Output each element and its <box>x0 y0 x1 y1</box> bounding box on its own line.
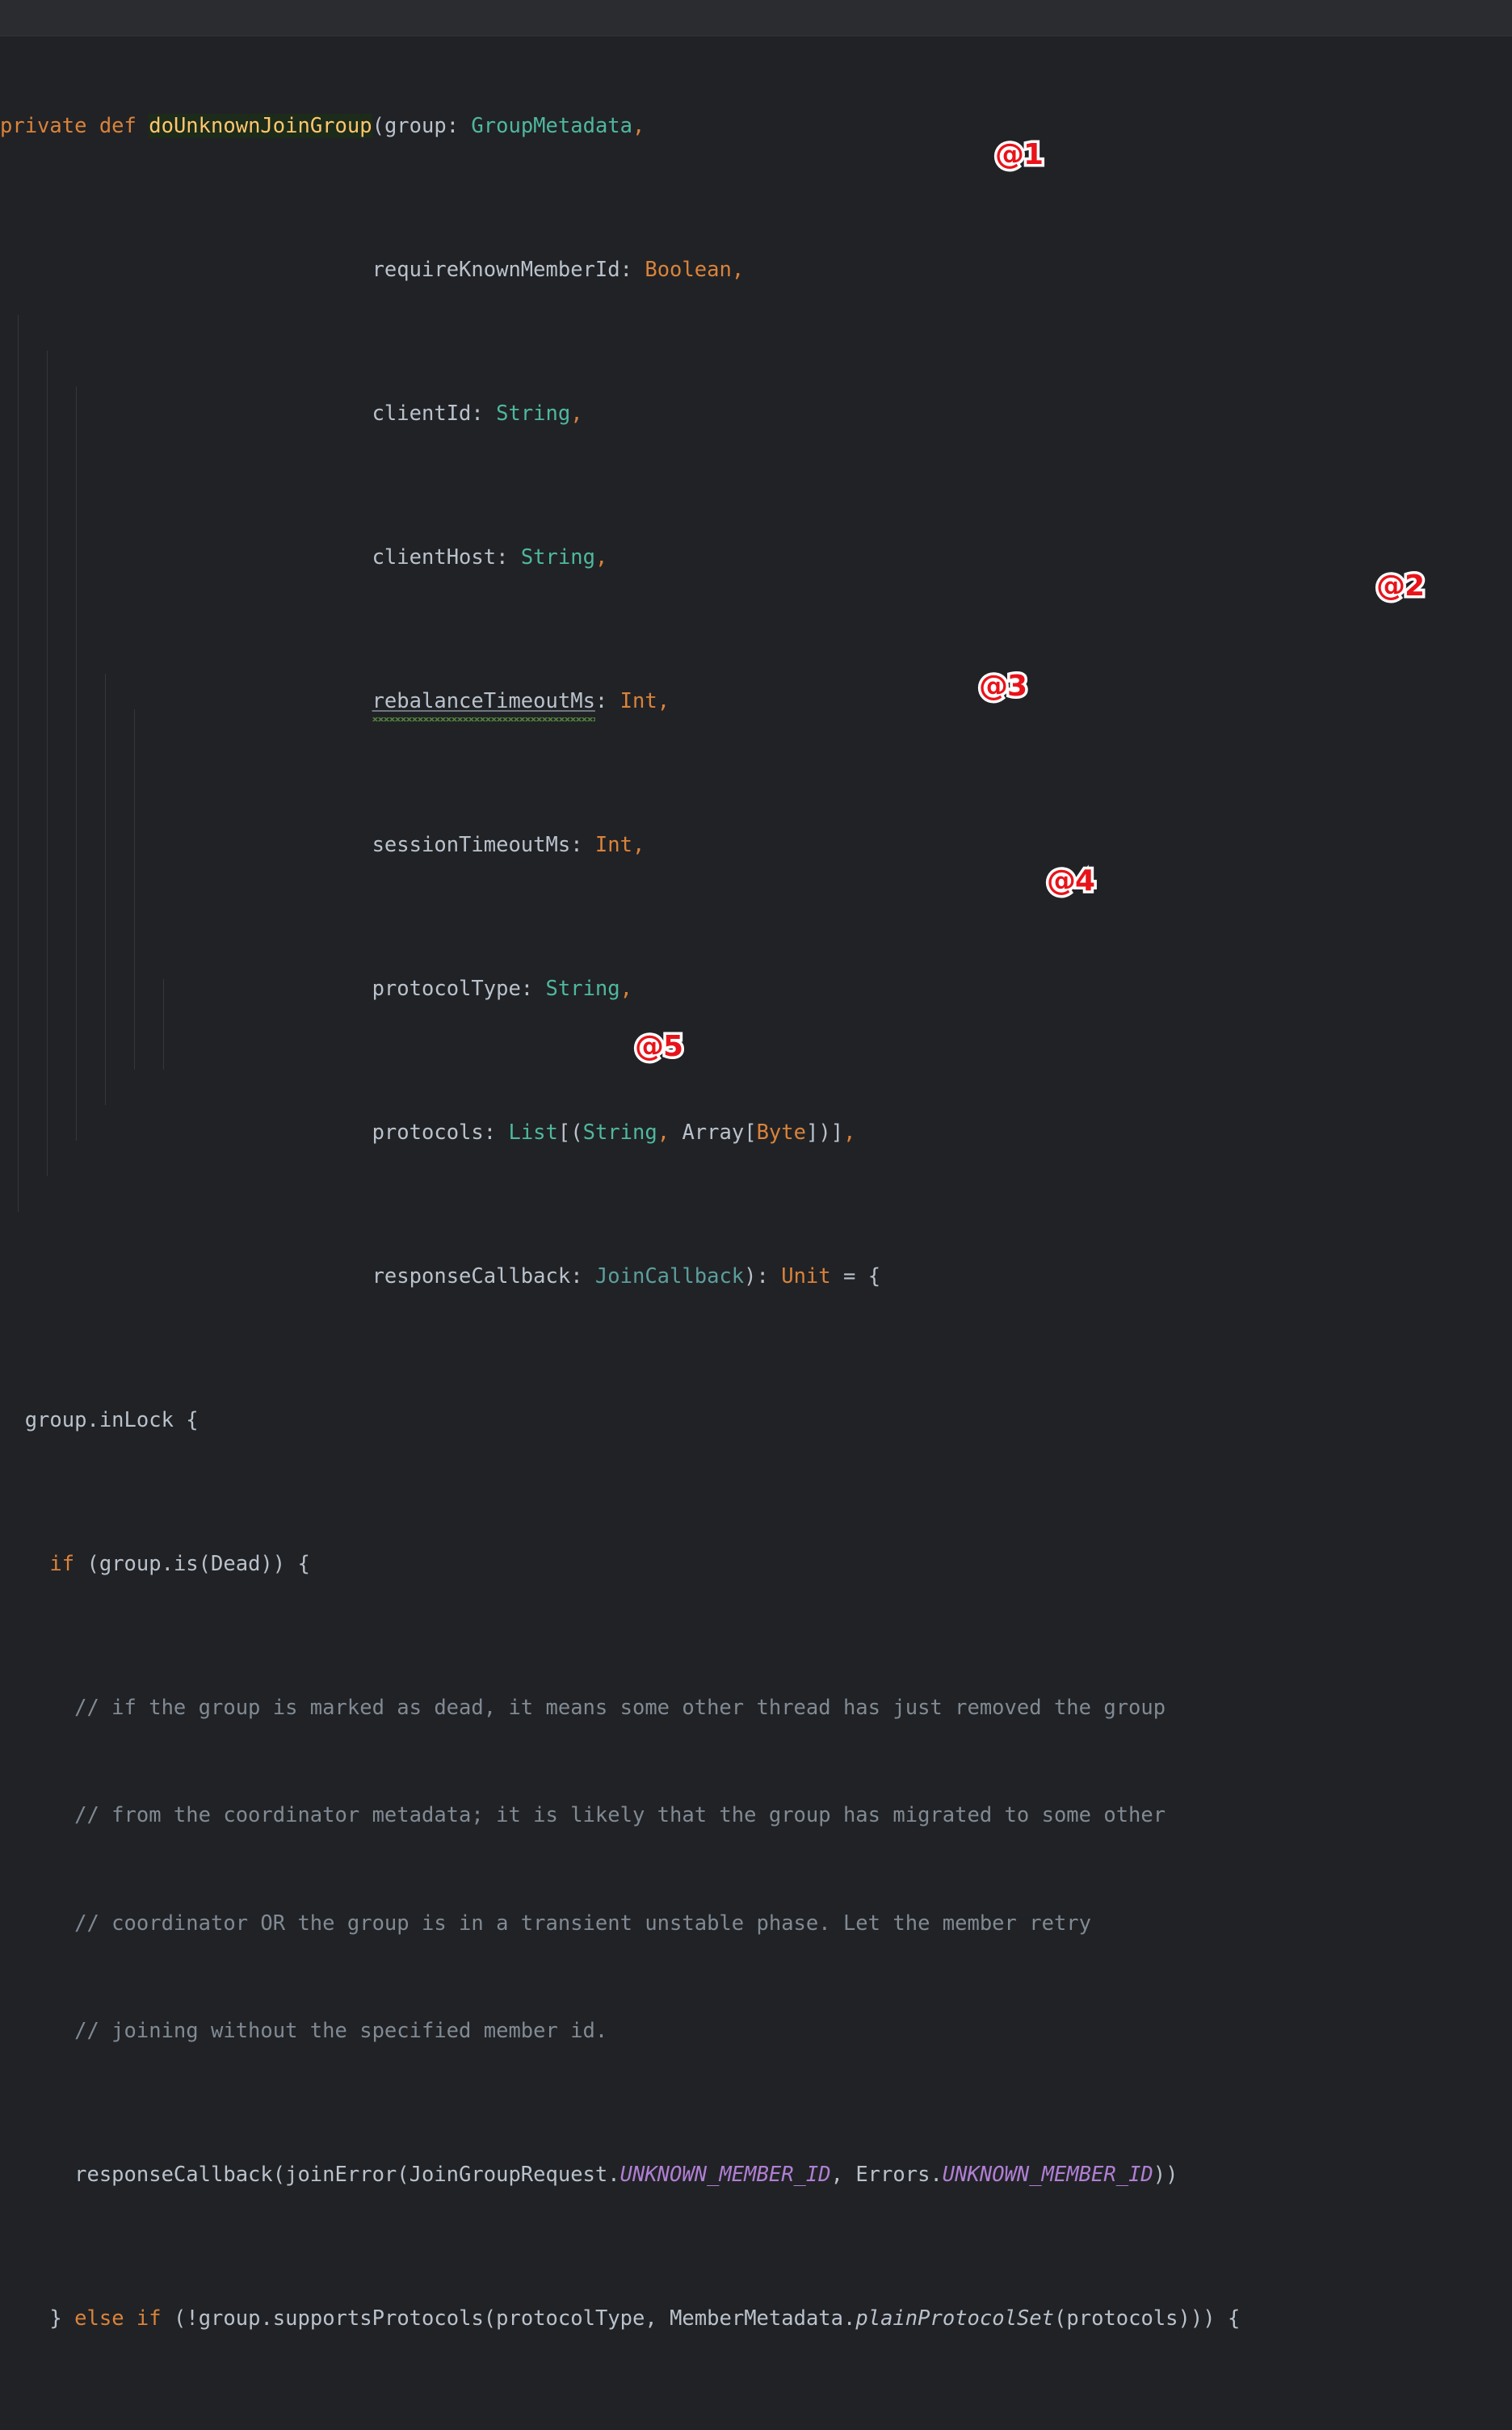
token-comma: , <box>570 401 583 426</box>
token-comma: , <box>657 688 670 713</box>
token-comma: , <box>594 544 608 570</box>
code-line-11: if (group.is(Dead)) { <box>0 1546 1512 1583</box>
token-static-method: plainProtocolSet <box>855 2306 1055 2331</box>
token-plain: [ <box>744 1120 757 1145</box>
token-plain: (protocols))) { <box>1054 2306 1241 2331</box>
annotation-badge-4: @4 <box>1044 864 1098 898</box>
code-line-17: } else if (!group.supportsProtocols(prot… <box>0 2301 1512 2337</box>
token-param: protocolType: <box>372 976 546 1001</box>
token-keyword: else <box>74 2306 124 2331</box>
code-line-4: clientHost: String, <box>0 540 1512 576</box>
token-type: JoinCallback <box>594 1263 745 1289</box>
token-return-type: Unit <box>781 1263 831 1289</box>
token-comment: // if the group is marked as dead, it me… <box>0 1695 1166 1720</box>
token-keyword: if <box>49 1551 75 1576</box>
token-comma: , <box>731 257 745 282</box>
token-plain: [( <box>557 1120 583 1145</box>
token-type: String <box>496 401 571 426</box>
token-plain: = { <box>830 1263 881 1289</box>
token-param: responseCallback: <box>372 1263 595 1289</box>
token-plain: (group: <box>372 113 472 138</box>
token-type: List <box>508 1120 558 1145</box>
token-param: sessionTimeoutMs: <box>372 832 595 857</box>
code-line-12: // if the group is marked as dead, it me… <box>0 1690 1512 1726</box>
token-comma: , <box>657 1120 682 1145</box>
token-plain: group.inLock { <box>0 1407 199 1432</box>
token-plain: Array <box>682 1120 745 1145</box>
code-line-3: clientId: String, <box>0 396 1512 432</box>
code-line-5: rebalanceTimeoutMs: Int, <box>0 683 1512 720</box>
token-plain: (!group.supportsProtocols(protocolType, … <box>161 2306 856 2331</box>
token-param: clientId: <box>372 401 497 426</box>
token-plain: responseCallback(joinError(JoinGroupRequ… <box>0 2163 620 2187</box>
token-type: GroupMetadata <box>471 113 633 138</box>
token-param-warning: rebalanceTimeoutMs <box>372 688 595 713</box>
annotation-badge-1: @1 <box>992 137 1046 172</box>
token-brace: } <box>49 2306 75 2331</box>
code-line-1: private def doUnknownJoinGroup(group: Gr… <box>0 108 1512 145</box>
annotation-badge-5: @5 <box>632 1029 686 1064</box>
code-line-10: group.inLock { <box>0 1402 1512 1439</box>
token-comma: , <box>632 832 645 857</box>
token-type: Boolean <box>645 257 732 282</box>
token-param: protocols: <box>372 1120 509 1145</box>
token-comma: , <box>632 113 645 138</box>
token-type: String <box>520 544 595 570</box>
token-plain: )) <box>1153 2163 1178 2187</box>
token-plain: ])] <box>806 1120 844 1145</box>
token-plain: : <box>594 688 620 713</box>
token-comma: , <box>620 976 632 1001</box>
code-line-9: responseCallback: JoinCallback): Unit = … <box>0 1259 1512 1295</box>
annotation-badge-3: @3 <box>976 669 1030 704</box>
token-param: requireKnownMemberId: <box>372 257 645 282</box>
token-type: Byte <box>756 1120 806 1145</box>
token-param: clientHost: <box>372 544 521 570</box>
code-editor[interactable]: private def doUnknownJoinGroup(group: Gr… <box>0 0 1512 2331</box>
token-comment: // from the coordinator metadata; it is … <box>0 1803 1166 1827</box>
token-type: String <box>545 976 620 1001</box>
token-comment: // coordinator OR the group is in a tran… <box>0 1911 1092 1936</box>
token-plain: , Errors. <box>830 2163 943 2187</box>
token-type: Int <box>594 832 632 857</box>
token-comment: // joining without the specified member … <box>0 2019 608 2043</box>
token-keyword: private <box>0 113 87 138</box>
token-plain: (group.is(Dead)) { <box>74 1551 310 1576</box>
code-line-8: protocols: List[(String, Array[Byte])], <box>0 1115 1512 1151</box>
token-type: Int <box>620 688 657 713</box>
code-line-14: // coordinator OR the group is in a tran… <box>0 1906 1512 1942</box>
code-line-16: responseCallback(joinError(JoinGroupRequ… <box>0 2157 1512 2193</box>
code-line-13: // from the coordinator metadata; it is … <box>0 1797 1512 1834</box>
code-line-7: protocolType: String, <box>0 971 1512 1007</box>
token-constant: UNKNOWN_MEMBER_ID <box>620 2163 831 2187</box>
token-comma: , <box>843 1120 856 1145</box>
token-keyword: def <box>99 113 136 138</box>
token-method-name: doUnknownJoinGroup <box>149 113 372 138</box>
token-keyword: if <box>136 2306 162 2331</box>
token-type: String <box>582 1120 657 1145</box>
code-line-2: requireKnownMemberId: Boolean, <box>0 252 1512 288</box>
token-plain: ): <box>744 1263 782 1289</box>
annotation-badge-2: @2 <box>1373 569 1427 603</box>
token-constant: UNKNOWN_MEMBER_ID <box>942 2163 1153 2187</box>
code-line-15: // joining without the specified member … <box>0 2013 1512 2050</box>
code-line-6: sessionTimeoutMs: Int, <box>0 827 1512 864</box>
code-content[interactable]: private def doUnknownJoinGroup(group: Gr… <box>0 0 1512 2430</box>
